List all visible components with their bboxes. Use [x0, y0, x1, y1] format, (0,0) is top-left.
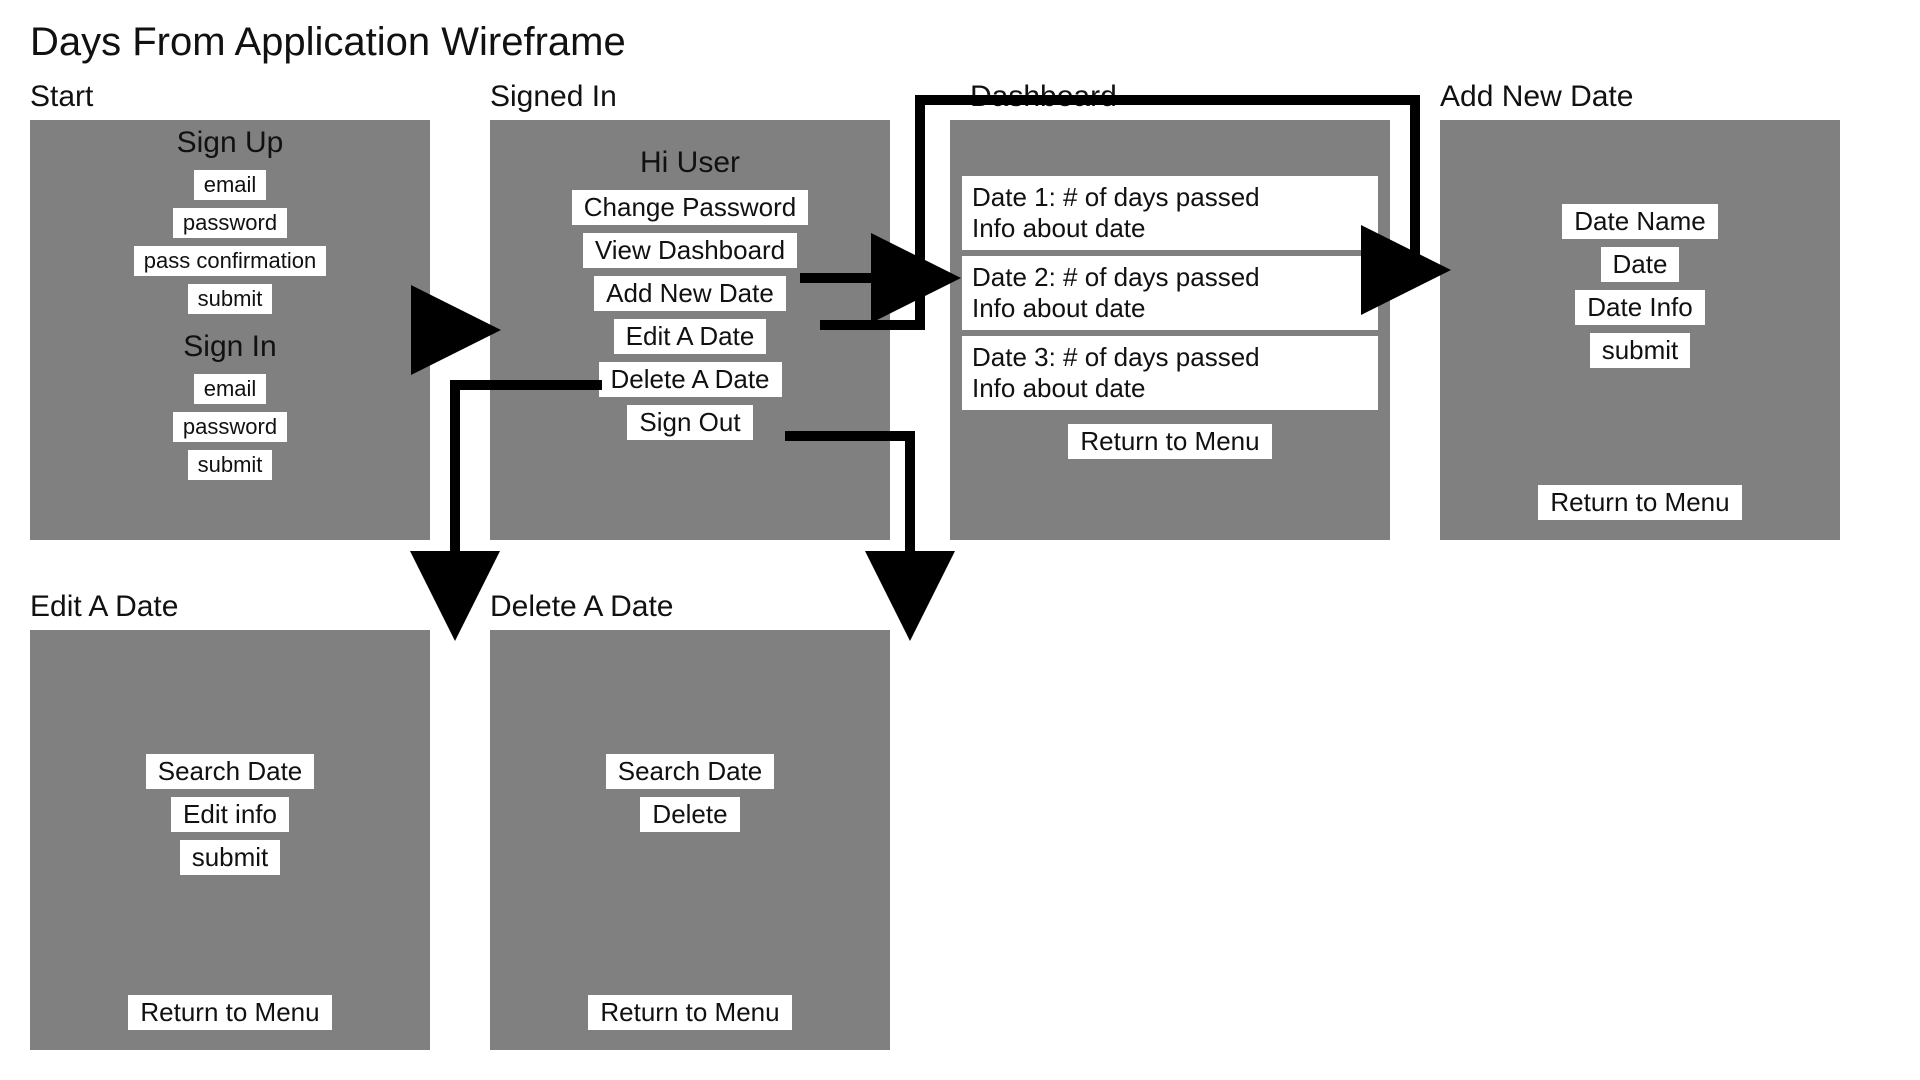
hi-user-heading: Hi User [640, 146, 740, 180]
start-label: Start [30, 80, 93, 114]
delete-a-date-panel: Search Date Delete Return to Menu [490, 630, 890, 1050]
signup-pass-confirmation-input[interactable]: pass confirmation [134, 246, 326, 276]
signin-email-input[interactable]: email [194, 374, 267, 404]
dashboard-card-2-line1: Date 2: # of days passed [972, 262, 1368, 293]
wireframe-stage: Days From Application Wireframe Start Si… [0, 0, 1920, 1080]
signup-submit-button[interactable]: submit [188, 284, 273, 314]
delete-a-date-button[interactable]: Delete A Date [599, 362, 782, 397]
edit-search-date-input[interactable]: Search Date [146, 754, 315, 789]
dashboard-card-3-line2: Info about date [972, 373, 1368, 404]
dashboard-return-button[interactable]: Return to Menu [1068, 424, 1271, 459]
delete-search-date-input[interactable]: Search Date [606, 754, 775, 789]
add-new-date-panel: Date Name Date Date Info submit Return t… [1440, 120, 1840, 540]
edit-a-date-label: Edit A Date [30, 590, 178, 624]
change-password-button[interactable]: Change Password [572, 190, 808, 225]
delete-return-button[interactable]: Return to Menu [588, 995, 791, 1030]
signin-heading: Sign In [183, 330, 276, 364]
dashboard-card-3: Date 3: # of days passed Info about date [962, 336, 1378, 410]
add-new-date-label: Add New Date [1440, 80, 1633, 114]
signup-password-input[interactable]: password [173, 208, 287, 238]
add-date-return-button[interactable]: Return to Menu [1538, 485, 1741, 520]
dashboard-card-3-line1: Date 3: # of days passed [972, 342, 1368, 373]
date-input[interactable]: Date [1601, 247, 1680, 282]
dashboard-label: Dashboard [970, 80, 1117, 114]
dashboard-panel: Date 1: # of days passed Info about date… [950, 120, 1390, 540]
dashboard-card-1-line1: Date 1: # of days passed [972, 182, 1368, 213]
signin-submit-button[interactable]: submit [188, 450, 273, 480]
view-dashboard-button[interactable]: View Dashboard [583, 233, 797, 268]
signed-in-label: Signed In [490, 80, 617, 114]
date-info-input[interactable]: Date Info [1575, 290, 1705, 325]
edit-submit-button[interactable]: submit [180, 840, 281, 875]
edit-a-date-panel: Search Date Edit info submit Return to M… [30, 630, 430, 1050]
signup-heading: Sign Up [177, 126, 284, 160]
signed-in-panel: Hi User Change Password View Dashboard A… [490, 120, 890, 540]
dashboard-card-2: Date 2: # of days passed Info about date [962, 256, 1378, 330]
edit-return-button[interactable]: Return to Menu [128, 995, 331, 1030]
signin-password-input[interactable]: password [173, 412, 287, 442]
dashboard-card-1: Date 1: # of days passed Info about date [962, 176, 1378, 250]
delete-a-date-label: Delete A Date [490, 590, 673, 624]
date-name-input[interactable]: Date Name [1562, 204, 1718, 239]
edit-info-input[interactable]: Edit info [171, 797, 289, 832]
add-new-date-button[interactable]: Add New Date [594, 276, 786, 311]
edit-a-date-button[interactable]: Edit A Date [614, 319, 767, 354]
page-title: Days From Application Wireframe [30, 20, 626, 65]
signup-email-input[interactable]: email [194, 170, 267, 200]
sign-out-button[interactable]: Sign Out [627, 405, 752, 440]
delete-button[interactable]: Delete [640, 797, 739, 832]
start-panel: Sign Up email password pass confirmation… [30, 120, 430, 540]
dashboard-card-2-line2: Info about date [972, 293, 1368, 324]
add-date-submit-button[interactable]: submit [1590, 333, 1691, 368]
dashboard-card-1-line2: Info about date [972, 213, 1368, 244]
